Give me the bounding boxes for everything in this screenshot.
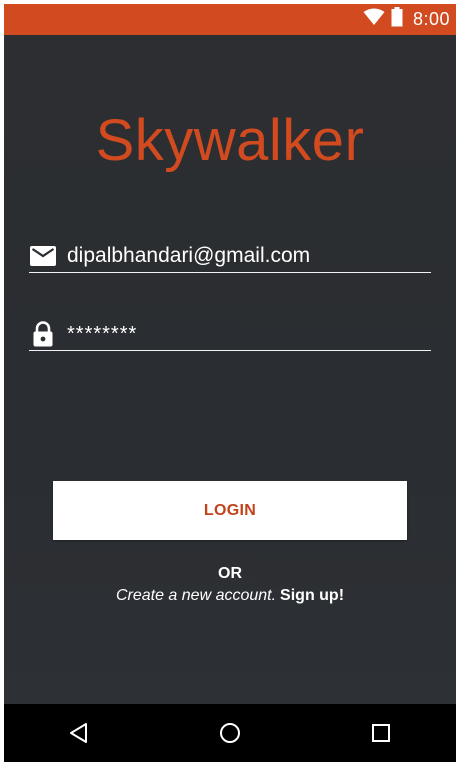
password-value[interactable]: ******** (67, 323, 137, 346)
signup-line: Create a new account. Sign up! (4, 587, 456, 605)
signup-link[interactable]: Sign up! (280, 587, 344, 604)
wifi-icon (363, 8, 385, 31)
lock-icon (29, 320, 57, 348)
status-bar: 8:00 (4, 4, 456, 35)
password-field[interactable]: ******** (29, 318, 431, 351)
status-icons: 8:00 (363, 4, 450, 35)
email-field[interactable]: dipalbhandari@gmail.com (29, 240, 431, 273)
status-time: 8:00 (412, 9, 450, 29)
app-title: Skywalker (95, 108, 365, 173)
back-icon[interactable] (49, 713, 109, 753)
navigation-bar (4, 704, 456, 762)
recents-icon[interactable] (351, 713, 411, 753)
phone-screen: 8:00 Skywalker dipalbhandari@gmail.com *… (4, 4, 456, 762)
login-button[interactable]: LOGIN (53, 481, 407, 540)
battery-icon (391, 7, 403, 32)
home-icon[interactable] (200, 713, 260, 753)
login-screen: Skywalker dipalbhandari@gmail.com ******… (4, 35, 456, 704)
email-value[interactable]: dipalbhandari@gmail.com (67, 244, 310, 268)
signup-prompt: Create a new account. (115, 587, 277, 604)
or-divider-label: OR (218, 565, 242, 582)
mail-icon (29, 242, 57, 270)
